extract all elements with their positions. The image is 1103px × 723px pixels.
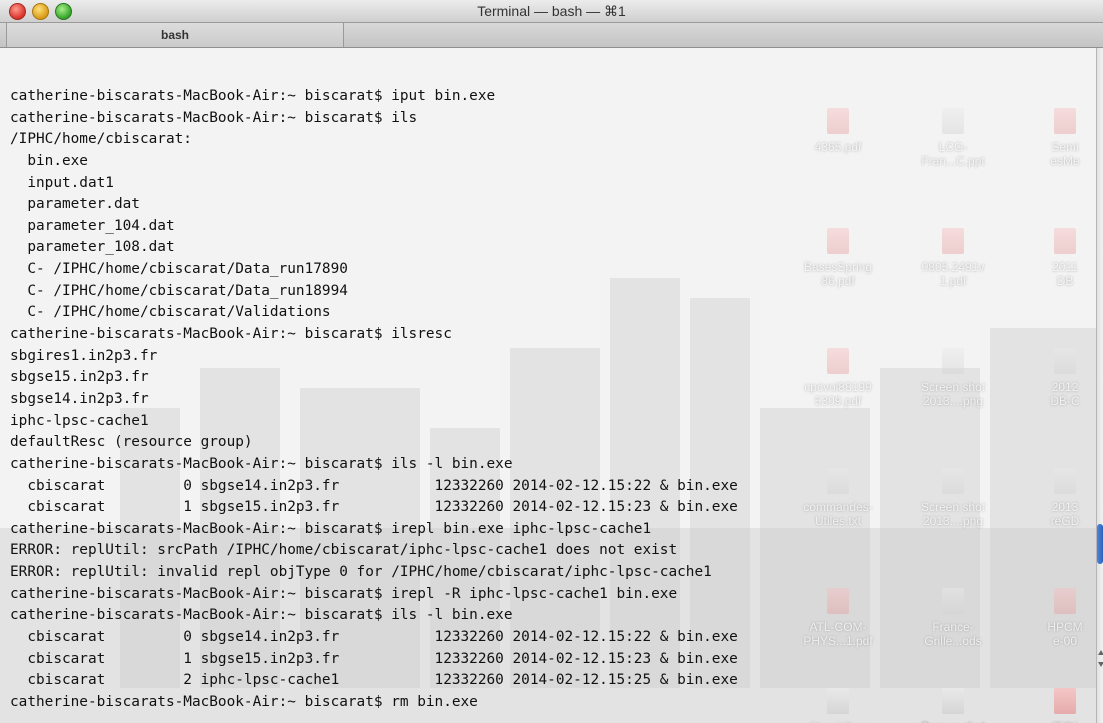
terminal-line: sbgse15.in2p3.fr	[10, 369, 149, 386]
terminal-line: C- /IPHC/home/cbiscarat/Data_run18994	[10, 282, 348, 299]
terminal-line: parameter.dat	[10, 196, 140, 213]
terminal-line: input.dat1	[10, 174, 114, 191]
tab-bar: bash	[0, 23, 1103, 48]
terminal-output[interactable]: catherine-biscarats-MacBook-Air:~ biscar…	[10, 86, 1086, 722]
terminal-line: sbgires1.in2p3.fr	[10, 347, 158, 364]
terminal-line: catherine-biscarats-MacBook-Air:~ biscar…	[10, 109, 418, 126]
terminal-line: ERROR: replUtil: invalid repl objType 0 …	[10, 564, 712, 581]
terminal-line: C- /IPHC/home/cbiscarat/Data_run17890	[10, 261, 348, 278]
terminal-line: cbiscarat 1 sbgse15.in2p3.fr 12332260 20…	[10, 499, 738, 516]
terminal-line: catherine-biscarats-MacBook-Air:~ biscar…	[10, 693, 478, 710]
terminal-line: catherine-biscarats-MacBook-Air:~ biscar…	[10, 607, 513, 624]
terminal-line: catherine-biscarats-MacBook-Air:~ biscar…	[10, 326, 452, 343]
scroll-down-icon[interactable]	[1097, 660, 1103, 670]
terminal-line: sbgse14.in2p3.fr	[10, 390, 149, 407]
terminal-line: parameter_104.dat	[10, 217, 175, 234]
scroll-up-icon[interactable]	[1097, 648, 1103, 658]
terminal-line: iphc-lpsc-cache1	[10, 412, 149, 429]
terminal-line: bin.exe	[10, 152, 88, 169]
window-title: Terminal — bash — ⌘1	[477, 3, 626, 19]
terminal-line: cbiscarat 0 sbgse14.in2p3.fr 12332260 20…	[10, 477, 738, 494]
terminal-line: C- /IPHC/home/cbiscarat/Validations	[10, 304, 331, 321]
terminal-line: catherine-biscarats-MacBook-Air:~ biscar…	[10, 88, 496, 104]
scroll-thumb[interactable]	[1097, 524, 1103, 564]
terminal-line: catherine-biscarats-MacBook-Air:~ biscar…	[10, 520, 652, 537]
terminal-window: Terminal — bash — ⌘1 bash 4365.pdf LCG- …	[0, 0, 1103, 723]
terminal-content[interactable]: 4365.pdf LCG- Fran...C.ppt Semi esMe BasesSpr…	[0, 48, 1096, 723]
terminal-line: parameter_108.dat	[10, 239, 175, 256]
terminal-line: cbiscarat 0 sbgse14.in2p3.fr 12332260 20…	[10, 629, 738, 646]
title-bar[interactable]: Terminal — bash — ⌘1	[0, 0, 1103, 23]
terminal-line: ERROR: replUtil: srcPath /IPHC/home/cbis…	[10, 542, 678, 559]
terminal-line: cbiscarat 2 iphc-lpsc-cache1 12332260 20…	[10, 672, 738, 689]
terminal-line: catherine-biscarats-MacBook-Air:~ biscar…	[10, 585, 678, 602]
terminal-line: cbiscarat 1 sbgse15.in2p3.fr 12332260 20…	[10, 650, 738, 667]
terminal-line: /IPHC/home/cbiscarat:	[10, 131, 192, 148]
terminal-line: defaultResc (resource group)	[10, 434, 253, 451]
vertical-scrollbar[interactable]	[1096, 48, 1103, 723]
tab-bash[interactable]: bash	[6, 23, 344, 47]
terminal-line: catherine-biscarats-MacBook-Air:~ biscar…	[10, 455, 513, 472]
